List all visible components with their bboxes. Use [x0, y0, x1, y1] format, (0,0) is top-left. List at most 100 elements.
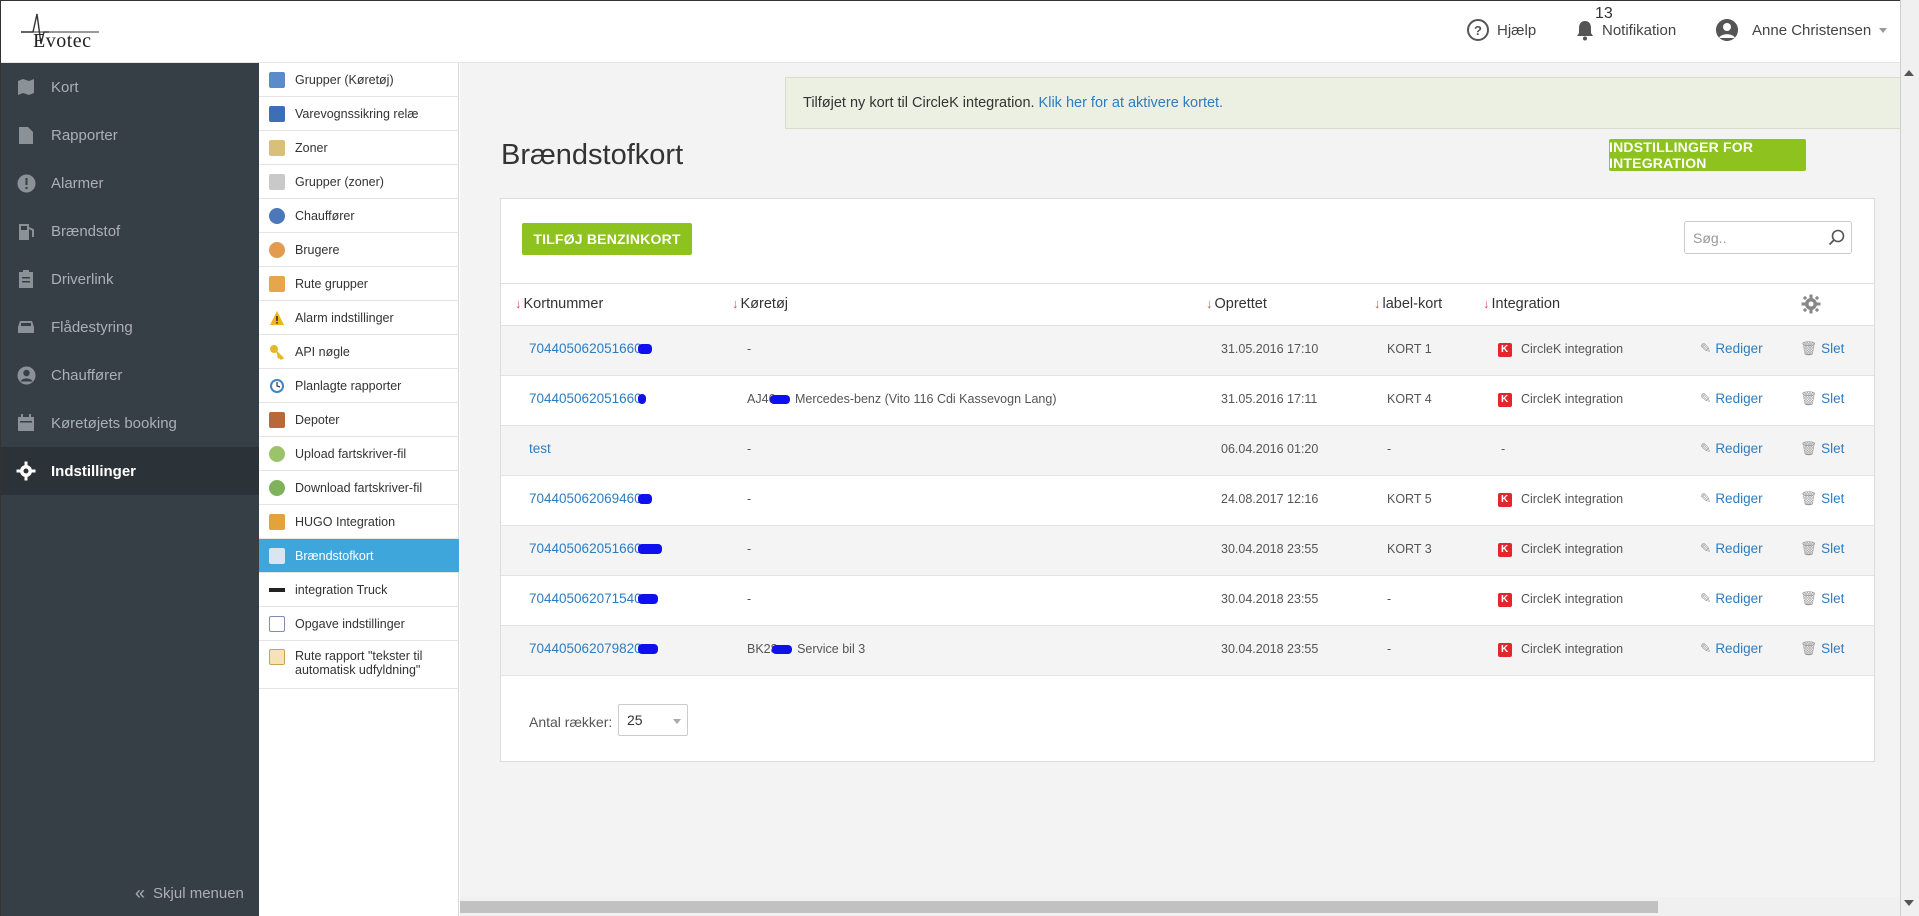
sidebar-item-fladestyring[interactable]: Flådestyring: [1, 303, 259, 351]
page-title: Brændstofkort: [501, 139, 684, 171]
download-icon: [269, 479, 285, 496]
sidebar-item-indstillinger[interactable]: Indstillinger: [1, 447, 259, 495]
sidebar-item-chauffoerer[interactable]: Chauffører: [1, 351, 259, 399]
rows-per-page-select[interactable]: 25: [618, 704, 688, 736]
help-link[interactable]: ? Hjælp: [1467, 1, 1536, 59]
submenu-item-depoter[interactable]: Depoter: [259, 403, 459, 437]
column-header-kortnummer[interactable]: ↓ Kortnummer: [515, 296, 603, 312]
vehicle-cell: -: [747, 342, 752, 356]
collapse-menu-button[interactable]: « Skjul menuen: [135, 883, 244, 904]
card-number-link[interactable]: test: [529, 441, 551, 456]
chevron-down-icon: [673, 719, 681, 724]
card-number-link[interactable]: 704405062051660: [529, 541, 662, 556]
card-number-link[interactable]: 704405062051660: [529, 391, 646, 406]
label-cell: KORT 5: [1387, 492, 1432, 506]
scroll-down-arrow-icon[interactable]: [1904, 900, 1914, 906]
submenu-item-integration-truck[interactable]: integration Truck: [259, 573, 459, 607]
zone-map-icon: [269, 139, 285, 156]
delete-button[interactable]: 🗑 Slet: [1800, 541, 1844, 557]
column-header-label-kort[interactable]: ↓ label-kort: [1374, 296, 1442, 312]
column-header-oprettet[interactable]: ↓ Oprettet: [1206, 296, 1267, 312]
delete-button[interactable]: 🗑 Slet: [1800, 591, 1844, 607]
trash-icon: 🗑: [1800, 541, 1818, 556]
bell-icon: [1574, 19, 1596, 41]
submenu-item-label: HUGO Integration: [295, 514, 396, 529]
submenu-item-label: Varevognssikring relæ: [295, 106, 419, 121]
sidebar-item-braendstof[interactable]: Brændstof: [1, 207, 259, 255]
card-number-link[interactable]: 704405062071540: [529, 591, 658, 606]
submenu-item-upload-fartskriver[interactable]: Upload fartskriver-fil: [259, 437, 459, 471]
delete-button[interactable]: 🗑 Slet: [1800, 441, 1844, 457]
edit-button[interactable]: ✎ Rediger: [1700, 491, 1763, 507]
submenu-item-planlagte-rapporter[interactable]: Planlagte rapporter: [259, 369, 459, 403]
trash-icon: 🗑: [1800, 441, 1818, 456]
integration-settings-button[interactable]: INDSTILLINGER FOR INTEGRATION: [1609, 139, 1806, 171]
submenu-item-rute-rapport[interactable]: Rute rapport "tekster til automatisk udf…: [259, 641, 459, 689]
sidebar-item-alarmer[interactable]: Alarmer: [1, 159, 259, 207]
column-header-koeretoej[interactable]: ↓ Køretøj: [732, 296, 788, 312]
redaction-mark: [637, 594, 658, 605]
warning-icon: [269, 310, 285, 326]
sidebar-item-koeretoejets-booking[interactable]: Køretøjets booking: [1, 399, 259, 447]
sidebar-item-kort[interactable]: Kort: [1, 63, 259, 111]
submenu-item-varevognssikring[interactable]: Varevognssikring relæ: [259, 97, 459, 131]
submenu-item-grupper-zoner[interactable]: Grupper (zoner): [259, 165, 459, 199]
submenu-item-download-fartskriver[interactable]: Download fartskriver-fil: [259, 471, 459, 505]
search-input[interactable]: [1685, 222, 1815, 253]
integration-cell: CircleK integration: [1498, 592, 1623, 607]
success-alert: Tilføjet ny kort til CircleK integration…: [785, 77, 1900, 129]
submenu-item-alarm-indstillinger[interactable]: Alarm indstillinger: [259, 301, 459, 335]
notification-count-badge: 13: [1595, 5, 1613, 22]
horizontal-scrollbar[interactable]: [460, 897, 1900, 916]
edit-button[interactable]: ✎ Rediger: [1700, 541, 1763, 557]
submenu-item-chauffoerer[interactable]: Chauffører: [259, 199, 459, 233]
submenu-item-hugo-integration[interactable]: HUGO Integration: [259, 505, 459, 539]
card-number-link[interactable]: 704405062069460: [529, 491, 652, 506]
vehicle-group-icon: [269, 71, 285, 88]
redaction-mark: [637, 394, 646, 405]
submenu-item-api-noegle[interactable]: API nøgle: [259, 335, 459, 369]
chevron-down-icon: [1879, 27, 1888, 33]
clipboard-icon: [15, 268, 37, 290]
submenu-item-zoner[interactable]: Zoner: [259, 131, 459, 165]
car-icon: [15, 316, 37, 338]
edit-button[interactable]: ✎ Rediger: [1700, 591, 1763, 607]
scroll-up-arrow-icon[interactable]: [1904, 70, 1914, 76]
delete-button[interactable]: 🗑 Slet: [1800, 491, 1844, 507]
card-number-link[interactable]: 704405062079820: [529, 641, 658, 656]
column-header-integration[interactable]: ↓ Integration: [1483, 296, 1560, 312]
logo[interactable]: Evotec: [19, 10, 101, 52]
user-name: Anne Christensen: [1752, 21, 1872, 39]
created-cell: 30.04.2018 23:55: [1221, 542, 1319, 556]
activate-card-link[interactable]: Klik her for at aktivere kortet.: [1039, 95, 1224, 111]
vertical-scrollbar[interactable]: [1900, 0, 1919, 916]
add-fuel-card-button[interactable]: TILFØJ BENZINKORT: [522, 223, 692, 255]
scrollbar-thumb[interactable]: [460, 901, 1658, 913]
submenu-item-braendstofkort[interactable]: Brændstofkort: [259, 539, 459, 573]
table-row: 704405062079820 BK28 Service bil 3 30.04…: [501, 626, 1874, 676]
edit-button[interactable]: ✎ Rediger: [1700, 341, 1763, 357]
submenu-item-grupper-koeretoej[interactable]: Grupper (Køretøj): [259, 63, 459, 97]
search-icon[interactable]: [1828, 229, 1845, 251]
table-settings-gear-icon[interactable]: [1801, 294, 1821, 318]
submenu-item-label: Alarm indstillinger: [295, 310, 394, 325]
card-number-link[interactable]: 704405062051660: [529, 341, 652, 356]
delete-button[interactable]: 🗑 Slet: [1800, 341, 1844, 357]
edit-button[interactable]: ✎ Rediger: [1700, 441, 1763, 457]
submenu-item-label: Download fartskriver-fil: [295, 480, 423, 495]
user-menu[interactable]: Anne Christensen: [1716, 1, 1888, 59]
notifications-link[interactable]: Notifikation: [1574, 1, 1676, 59]
delete-button[interactable]: 🗑 Slet: [1800, 391, 1844, 407]
app-window: Evotec ? Hjælp Notifikation 13 Anne Chri…: [0, 0, 1900, 916]
sidebar-item-driverlink[interactable]: Driverlink: [1, 255, 259, 303]
fuel-card-panel: TILFØJ BENZINKORT ↓Kortnummer ↓Køretøj ↓…: [500, 198, 1875, 762]
sidebar-item-rapporter[interactable]: Rapporter: [1, 111, 259, 159]
edit-button[interactable]: ✎ Rediger: [1700, 641, 1763, 657]
submenu-item-rute-grupper[interactable]: Rute grupper: [259, 267, 459, 301]
submenu-item-opgave-indstillinger[interactable]: Opgave indstillinger: [259, 607, 459, 641]
delete-button[interactable]: 🗑 Slet: [1800, 641, 1844, 657]
submenu-item-brugere[interactable]: Brugere: [259, 233, 459, 267]
submenu-item-label: Chauffører: [295, 208, 355, 223]
hugo-icon: [269, 513, 285, 530]
edit-button[interactable]: ✎ Rediger: [1700, 391, 1763, 407]
